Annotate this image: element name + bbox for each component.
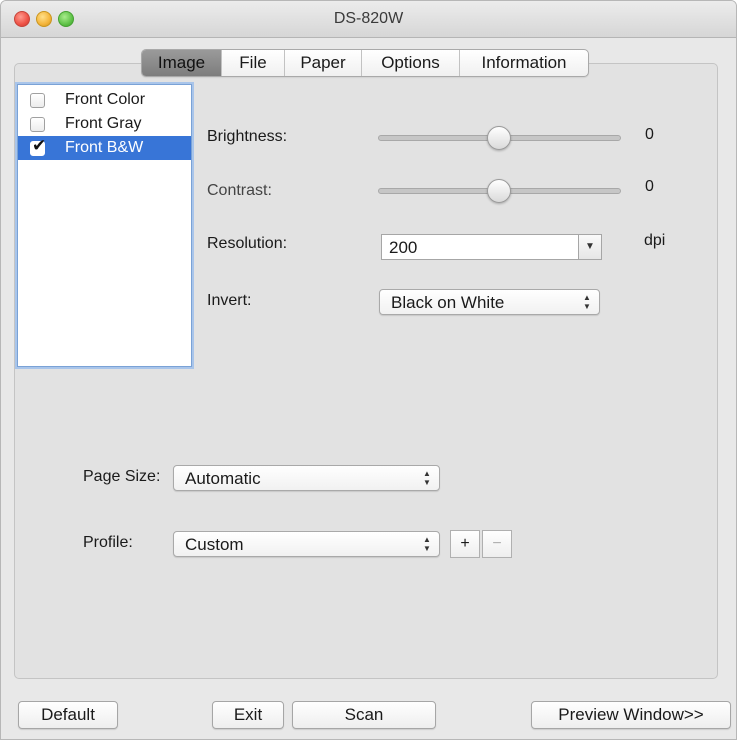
up-down-arrows-icon: ▲ ▼ — [583, 293, 591, 311]
remove-profile-button[interactable]: − — [482, 530, 512, 558]
list-item-label: Front B&W — [65, 139, 144, 156]
up-down-arrows-icon: ▲ ▼ — [423, 469, 431, 487]
tab-paper[interactable]: Paper — [284, 50, 361, 76]
tab-information[interactable]: Information — [459, 50, 588, 76]
front-bw-checkbox[interactable]: ✔ — [30, 136, 46, 156]
chevron-down-icon[interactable]: ▼ — [578, 235, 601, 259]
resolution-label: Resolution: — [207, 235, 288, 252]
page-size-label: Page Size: — [83, 468, 161, 485]
profile-label: Profile: — [83, 534, 133, 551]
default-button[interactable]: Default — [18, 701, 118, 729]
tab-bar: Image File Paper Options Information — [141, 49, 589, 77]
list-item-label: Front Color — [65, 91, 146, 108]
window-title: DS-820W — [333, 10, 404, 27]
preview-window-button[interactable]: Preview Window>> — [531, 701, 731, 729]
resolution-combo[interactable]: 200 ▼ — [381, 234, 602, 260]
brightness-slider-knob[interactable] — [487, 126, 511, 150]
profile-select[interactable]: Custom ▲ ▼ — [173, 531, 440, 557]
invert-selected-value: Black on White — [391, 293, 505, 312]
contrast-label: Contrast: — [207, 182, 272, 199]
invert-select[interactable]: Black on White ▲ ▼ — [379, 289, 600, 315]
list-item-front-color[interactable]: Front Color — [18, 88, 191, 112]
checkmark-icon: ✔ — [32, 136, 47, 155]
tab-image[interactable]: Image — [142, 50, 221, 76]
front-color-checkbox[interactable] — [30, 93, 45, 108]
scan-button[interactable]: Scan — [292, 701, 436, 729]
page-size-selected-value: Automatic — [185, 469, 261, 488]
page-size-select[interactable]: Automatic ▲ ▼ — [173, 465, 440, 491]
image-type-list[interactable]: Front Color Front Gray ✔ Front B&W — [17, 84, 192, 367]
exit-button[interactable]: Exit — [212, 701, 284, 729]
add-profile-button[interactable]: + — [450, 530, 480, 558]
front-gray-checkbox[interactable] — [30, 117, 45, 132]
list-item-label: Front Gray — [65, 115, 142, 132]
list-item-front-gray[interactable]: Front Gray — [18, 112, 191, 136]
contrast-slider-knob[interactable] — [487, 179, 511, 203]
brightness-value: 0 — [645, 126, 654, 143]
scanner-window: DS-820W Image File Paper Options Informa… — [0, 0, 737, 740]
profile-selected-value: Custom — [185, 535, 244, 554]
resolution-unit: dpi — [644, 232, 666, 249]
invert-label: Invert: — [207, 292, 252, 309]
brightness-label: Brightness: — [207, 128, 288, 145]
list-item-front-bw[interactable]: ✔ Front B&W — [18, 136, 191, 160]
contrast-value: 0 — [645, 178, 654, 195]
title-bar: DS-820W — [1, 1, 736, 38]
tab-file[interactable]: File — [221, 50, 284, 76]
tab-options[interactable]: Options — [361, 50, 459, 76]
resolution-input[interactable]: 200 — [389, 238, 417, 258]
up-down-arrows-icon: ▲ ▼ — [423, 535, 431, 553]
